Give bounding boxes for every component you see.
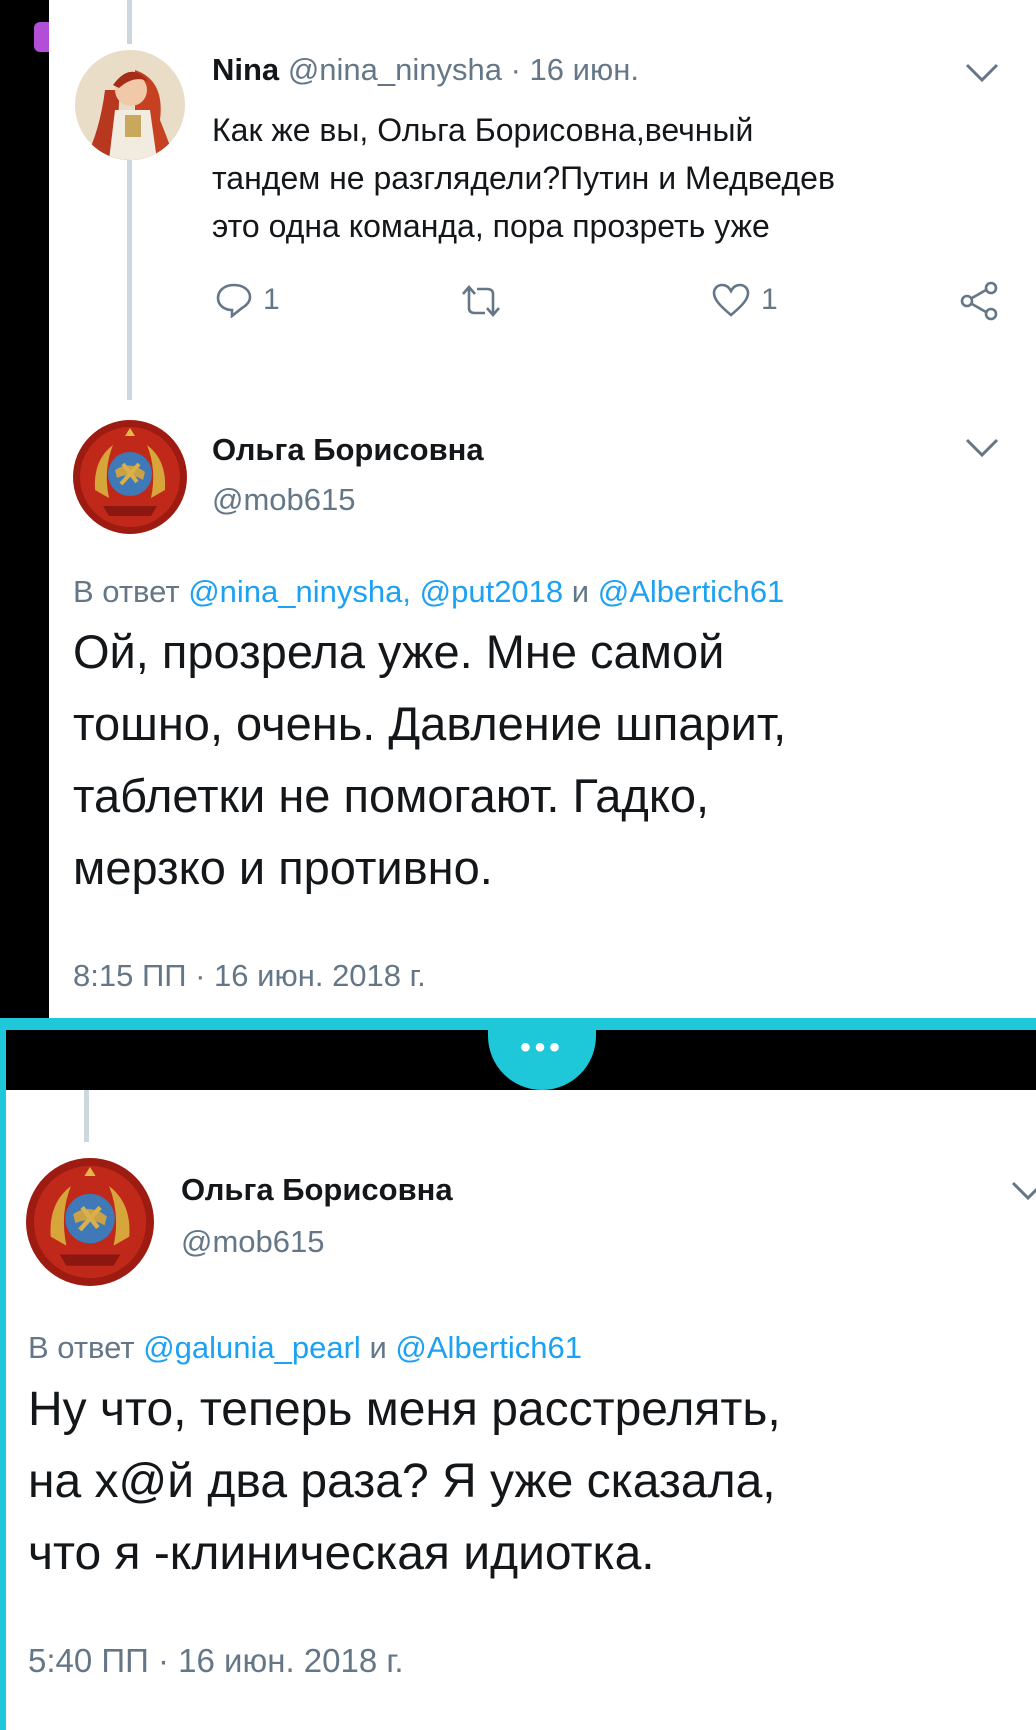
reply-prefix: В ответ xyxy=(28,1330,135,1365)
reply-count: 1 xyxy=(263,283,280,316)
retweet-icon xyxy=(462,285,500,317)
soviet-emblem-avatar[interactable] xyxy=(73,420,187,534)
thread-connector-top xyxy=(127,0,132,44)
reply-prefix: В ответ xyxy=(73,574,180,609)
like-action[interactable]: 1 xyxy=(711,282,778,318)
tweet3-timestamp[interactable]: 5:40 ПП · 16 июн. 2018 г. xyxy=(28,1642,404,1680)
tweet2-reply-to: В ответ @nina_ninysha, @put2018 и @Alber… xyxy=(73,574,784,610)
retweet-action[interactable] xyxy=(457,284,505,318)
share-icon xyxy=(960,281,998,321)
tweet3-reply-to: В ответ @galunia_pearl и @Albertich61 xyxy=(28,1330,582,1366)
reply-and: и xyxy=(369,1330,387,1365)
tweet3-line-2: на х@й два раза? Я уже сказала, xyxy=(28,1455,776,1508)
mention-link[interactable]: @put2018 xyxy=(420,574,564,609)
chevron-down-icon[interactable] xyxy=(964,437,1000,459)
more-button-label: ••• xyxy=(520,1031,564,1064)
tweet1-text: Как же вы, Ольга Борисовна,вечный тандем… xyxy=(212,106,1012,250)
tweet3-handle[interactable]: @mob615 xyxy=(181,1224,325,1260)
like-count: 1 xyxy=(761,283,778,316)
tweet2-name[interactable]: Ольга Борисовна xyxy=(212,432,484,468)
thread-connector-top xyxy=(84,1090,89,1142)
reply-icon xyxy=(216,283,252,318)
tweet2-text: Ой, прозрела уже. Мне самой тошно, очень… xyxy=(73,616,1013,904)
tweet1-handle[interactable]: @nina_ninysha xyxy=(288,52,502,87)
tweet1-name[interactable]: Nina xyxy=(212,52,279,87)
tweet1-line-1: Как же вы, Ольга Борисовна,вечный xyxy=(212,112,754,148)
nina-avatar[interactable] xyxy=(75,50,185,160)
tweet2-timestamp[interactable]: 8:15 ПП · 16 июн. 2018 г. xyxy=(73,958,426,994)
mention-link[interactable]: @nina_ninysha, xyxy=(188,574,411,609)
thread-connector xyxy=(127,160,132,400)
tweet3-line-1: Ну что, теперь меня расстрелять, xyxy=(28,1383,781,1436)
chevron-down-icon[interactable] xyxy=(1010,1180,1036,1202)
thread-panel-bottom: Ольга Борисовна @mob615 В ответ @galunia… xyxy=(6,1090,1036,1730)
tweet1-line-2: тандем не разглядели?Путин и Медведев xyxy=(212,160,835,196)
mention-link[interactable]: @galunia_pearl xyxy=(143,1330,361,1365)
soviet-emblem-avatar[interactable] xyxy=(26,1158,154,1286)
tweet3-text: Ну что, теперь меня расстрелять, на х@й … xyxy=(28,1374,1028,1590)
tweet2-line-1: Ой, прозрела уже. Мне самой xyxy=(73,625,725,678)
tweet1-line-3: это одна команда, пора прозреть уже xyxy=(212,208,770,244)
chevron-down-icon[interactable] xyxy=(964,62,1000,84)
mention-link[interactable]: @Albertich61 xyxy=(395,1330,582,1365)
tweet1-date[interactable]: · 16 июн. xyxy=(511,52,639,87)
reply-and: и xyxy=(571,574,590,609)
more-button[interactable]: ••• xyxy=(488,1028,596,1090)
tweet2-handle[interactable]: @mob615 xyxy=(212,482,356,518)
tweet3-line-3: что я -клиническая идиотка. xyxy=(28,1527,655,1580)
share-action[interactable] xyxy=(959,280,1001,322)
tweet3-name[interactable]: Ольга Борисовна xyxy=(181,1172,453,1208)
tweet2-line-2: тошно, очень. Давление шпарит, xyxy=(73,697,787,750)
like-icon xyxy=(712,283,750,317)
tweet2-line-4: мерзко и противно. xyxy=(73,841,493,894)
reply-action[interactable]: 1 xyxy=(215,282,280,318)
thread-panel-top: Nina @nina_ninysha · 16 июн. Как же вы, … xyxy=(49,0,1036,1018)
tweet2-line-3: таблетки не помогают. Гадко, xyxy=(73,769,710,822)
tweet1-header: Nina @nina_ninysha · 16 июн. xyxy=(212,52,639,88)
mention-link[interactable]: @Albertich61 xyxy=(598,574,785,609)
